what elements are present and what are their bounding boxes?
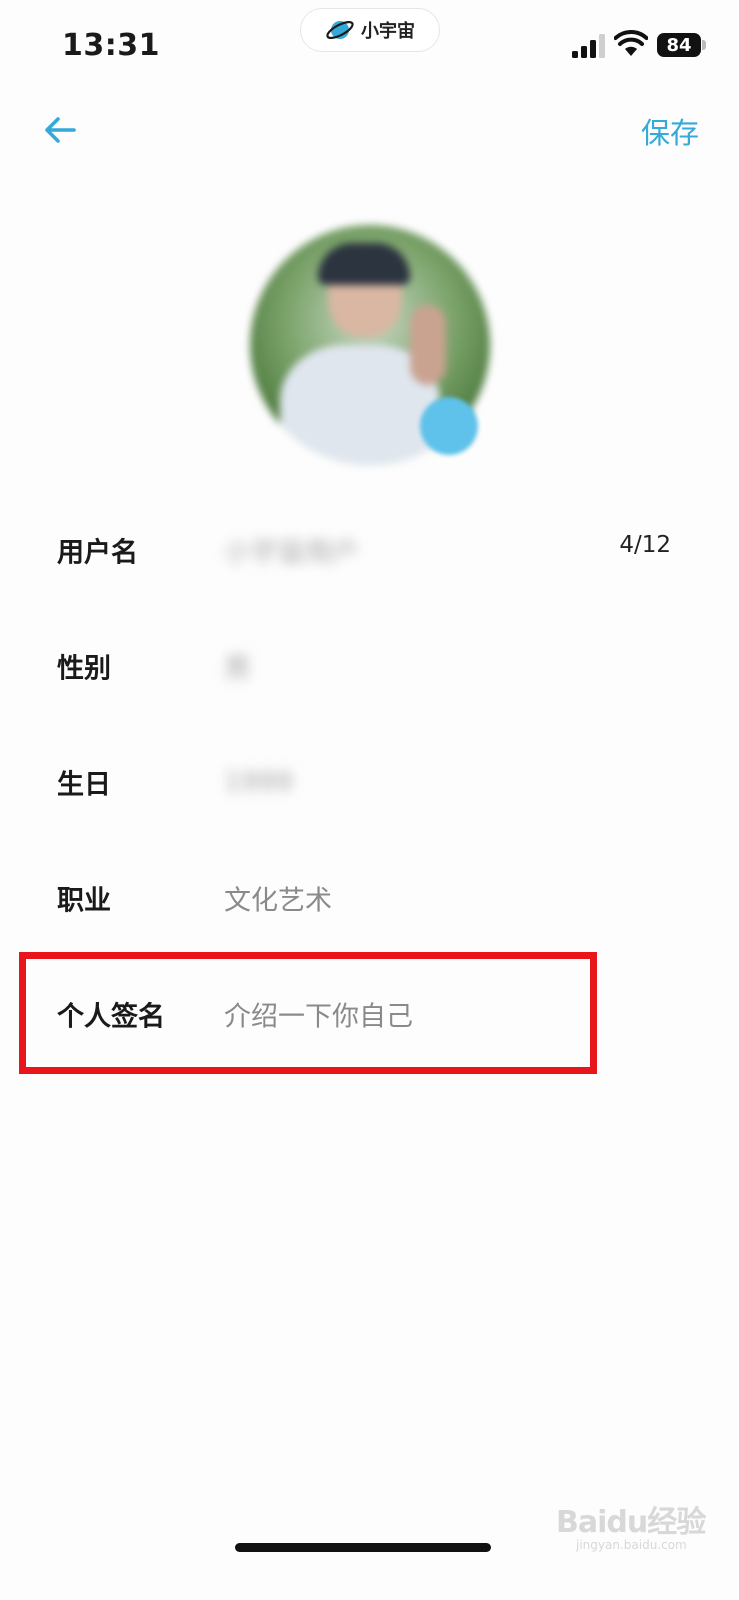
username-char-counter: 4/12 [619, 531, 671, 558]
gender-row[interactable]: 性别 男 [0, 608, 739, 724]
battery-tip [702, 40, 706, 50]
status-time: 13:31 [62, 28, 160, 63]
birthday-row[interactable]: 生日 1999 [0, 724, 739, 840]
avatar-photo-arm [410, 305, 446, 385]
app-pill[interactable]: 小宇宙 [300, 8, 440, 52]
change-avatar-camera-icon[interactable] [420, 397, 478, 455]
birthday-value[interactable]: 1999 [224, 767, 293, 798]
occupation-row[interactable]: 职业 文化艺术 [0, 840, 739, 956]
battery-indicator: 84 [657, 33, 701, 57]
occupation-label: 职业 [57, 885, 111, 917]
avatar-photo-cap [318, 243, 410, 285]
baidu-watermark: Baidu经验 [556, 1505, 706, 1540]
username-row[interactable]: 用户名 小宇宙用户 4/12 [0, 492, 739, 608]
gender-label: 性别 [57, 653, 111, 685]
occupation-value[interactable]: 文化艺术 [224, 879, 332, 918]
app-pill-label: 小宇宙 [361, 21, 415, 42]
baidu-watermark-url: jingyan.baidu.com [576, 1538, 687, 1552]
username-label: 用户名 [57, 537, 138, 569]
status-bar: 13:31 小宇宙 84 [0, 0, 739, 90]
cellular-signal-icon [572, 34, 605, 58]
save-button[interactable]: 保存 [641, 110, 699, 152]
back-arrow-icon[interactable] [42, 112, 78, 148]
navigation-bar: 保存 [0, 90, 739, 170]
gender-value[interactable]: 男 [224, 647, 251, 686]
planet-icon [326, 20, 354, 40]
signature-highlight-box [19, 952, 597, 1074]
home-indicator[interactable] [235, 1543, 491, 1552]
avatar-section[interactable] [250, 225, 490, 465]
username-input[interactable]: 小宇宙用户 [224, 531, 359, 570]
wifi-icon [614, 30, 648, 56]
birthday-label: 生日 [57, 769, 111, 801]
